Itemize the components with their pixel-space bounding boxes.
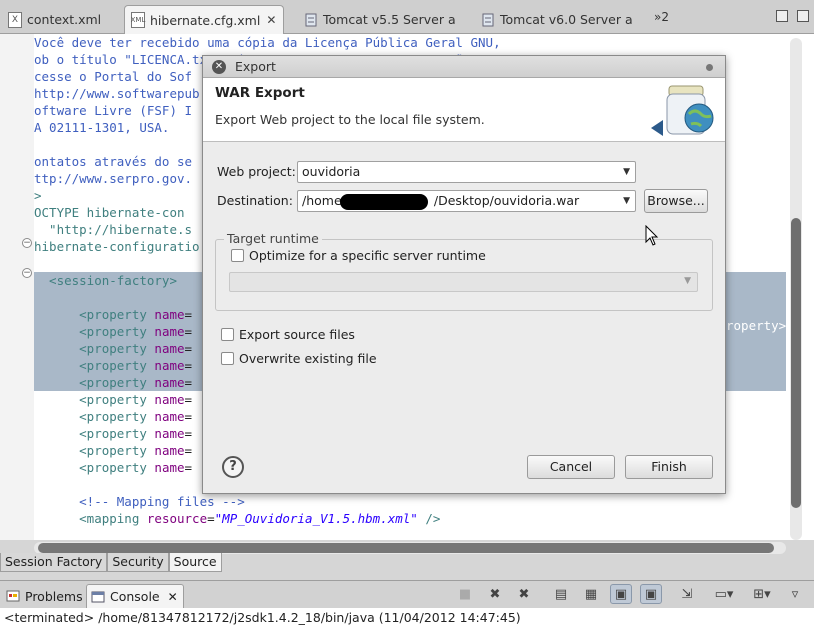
overwrite-checkbox[interactable] bbox=[221, 352, 234, 365]
chevron-down-icon: ▼ bbox=[623, 196, 630, 206]
tab-source[interactable]: Source bbox=[168, 553, 222, 572]
tab-label: Tomcat v5.5 Server a bbox=[323, 12, 456, 27]
display-console-icon[interactable]: ▭▾ bbox=[708, 584, 740, 604]
stop-icon[interactable]: ■ bbox=[454, 584, 476, 604]
chevron-down-icon: ▼ bbox=[623, 167, 630, 177]
wizard-description: Export Web project to the local file sys… bbox=[215, 112, 485, 127]
view-tab-label: Problems bbox=[25, 588, 83, 604]
server-runtime-combo: ▼ bbox=[229, 272, 698, 292]
mouse-pointer-icon bbox=[645, 224, 659, 250]
server-icon bbox=[481, 12, 495, 28]
fold-toggle-icon[interactable]: − bbox=[22, 268, 32, 278]
close-icon[interactable]: ✕ bbox=[168, 590, 178, 604]
code-line: <!-- Mapping files --> bbox=[34, 494, 245, 509]
tab-security[interactable]: Security bbox=[107, 553, 169, 572]
overwrite-label: Overwrite existing file bbox=[239, 351, 377, 366]
browse-button[interactable]: Browse... bbox=[644, 189, 708, 213]
tab-tomcat-v60[interactable]: Tomcat v6.0 Server a bbox=[475, 5, 639, 34]
remove-all-launches-icon[interactable]: ✖ bbox=[513, 584, 535, 604]
view-menu-icon[interactable]: ▿ bbox=[784, 584, 806, 604]
finish-button[interactable]: Finish bbox=[625, 455, 713, 479]
web-project-combo[interactable]: ouvidoria ▼ bbox=[297, 161, 636, 183]
tab-tomcat-v55[interactable]: Tomcat v5.5 Server a bbox=[298, 5, 462, 34]
vertical-scrollbar[interactable] bbox=[790, 38, 802, 540]
editor-gutter bbox=[0, 34, 34, 540]
code-overflow-fragment: roperty> bbox=[726, 318, 787, 333]
maximize-icon[interactable] bbox=[797, 10, 809, 22]
close-icon[interactable]: ✕ bbox=[266, 13, 276, 27]
xml-file-icon: XML bbox=[131, 12, 145, 28]
view-tab-console[interactable]: Console ✕ bbox=[86, 584, 184, 608]
web-project-label: Web project: bbox=[217, 164, 296, 179]
console-icon bbox=[91, 590, 105, 604]
close-icon[interactable]: ✕ bbox=[212, 60, 226, 74]
tabs-overflow-button[interactable]: »2 bbox=[654, 10, 669, 24]
server-icon bbox=[304, 12, 318, 28]
remove-launch-icon[interactable]: ✖ bbox=[484, 584, 506, 604]
export-source-checkbox[interactable] bbox=[221, 328, 234, 341]
xml-file-icon: X bbox=[8, 11, 22, 28]
web-project-value: ouvidoria bbox=[302, 164, 361, 179]
dialog-titlebar: ✕ Export bbox=[203, 56, 725, 78]
open-console-icon[interactable]: ⊞▾ bbox=[746, 584, 778, 604]
tab-context-xml[interactable]: X context.xml bbox=[2, 5, 107, 34]
problems-icon bbox=[6, 589, 20, 603]
code-line: <mapping resource="MP_Ouvidoria_V1.5.hbm… bbox=[34, 511, 441, 526]
clear-console-icon[interactable]: ▤ bbox=[550, 584, 572, 604]
tab-session-factory[interactable]: Session Factory bbox=[0, 553, 108, 572]
optimize-checkbox[interactable] bbox=[231, 249, 244, 262]
scrollbar-thumb[interactable] bbox=[38, 543, 774, 553]
scroll-lock-icon[interactable]: ▦ bbox=[580, 584, 602, 604]
export-source-label: Export source files bbox=[239, 327, 355, 342]
help-icon[interactable]: ? bbox=[222, 456, 244, 478]
eclipse-window: X context.xml XML hibernate.cfg.xml ✕ To… bbox=[0, 0, 814, 628]
destination-label: Destination: bbox=[217, 193, 293, 208]
console-status: <terminated> /home/81347812172/j2sdk1.4.… bbox=[0, 608, 814, 628]
dialog-title: Export bbox=[235, 59, 276, 74]
code-line: Você deve ter recebido uma cópia da Lice… bbox=[34, 35, 501, 50]
editor-tab-bar: X context.xml XML hibernate.cfg.xml ✕ To… bbox=[0, 0, 814, 34]
tab-label: hibernate.cfg.xml bbox=[150, 12, 261, 28]
optimize-label: Optimize for a specific server runtime bbox=[249, 248, 486, 263]
war-export-wizard-icon bbox=[649, 84, 721, 138]
destination-suffix: /Desktop/ouvidoria.war bbox=[433, 193, 580, 208]
wizard-banner: WAR Export Export Web project to the loc… bbox=[203, 78, 725, 142]
wizard-title: WAR Export bbox=[215, 85, 305, 101]
tab-label: context.xml bbox=[27, 12, 102, 27]
view-tab-problems[interactable]: Problems bbox=[2, 584, 87, 608]
view-tab-label: Console bbox=[110, 589, 160, 604]
fold-toggle-icon[interactable]: − bbox=[22, 238, 32, 248]
redaction-mark bbox=[340, 194, 428, 210]
cancel-button[interactable]: Cancel bbox=[527, 455, 615, 479]
editor-page-tabs: Session Factory Security Source bbox=[0, 553, 222, 572]
target-runtime-label: Target runtime bbox=[224, 231, 322, 246]
show-on-stdout-icon[interactable]: ▣ bbox=[610, 584, 632, 604]
tab-hibernate-cfg-xml[interactable]: XML hibernate.cfg.xml ✕ bbox=[124, 5, 284, 34]
minimize-icon[interactable] bbox=[776, 10, 788, 22]
scrollbar-thumb[interactable] bbox=[791, 218, 801, 508]
tab-label: Tomcat v6.0 Server a bbox=[500, 12, 633, 27]
chevron-down-icon: ▼ bbox=[684, 276, 691, 286]
export-dialog: ✕ Export WAR Export Export Web project t… bbox=[202, 55, 726, 494]
window-menu-icon[interactable] bbox=[706, 64, 713, 71]
destination-combo[interactable]: /home//Desktop/ouvidoria.war ▼ bbox=[297, 190, 636, 212]
show-on-stderr-icon[interactable]: ▣ bbox=[640, 584, 662, 604]
pin-console-icon[interactable]: ⇲ bbox=[676, 584, 698, 604]
